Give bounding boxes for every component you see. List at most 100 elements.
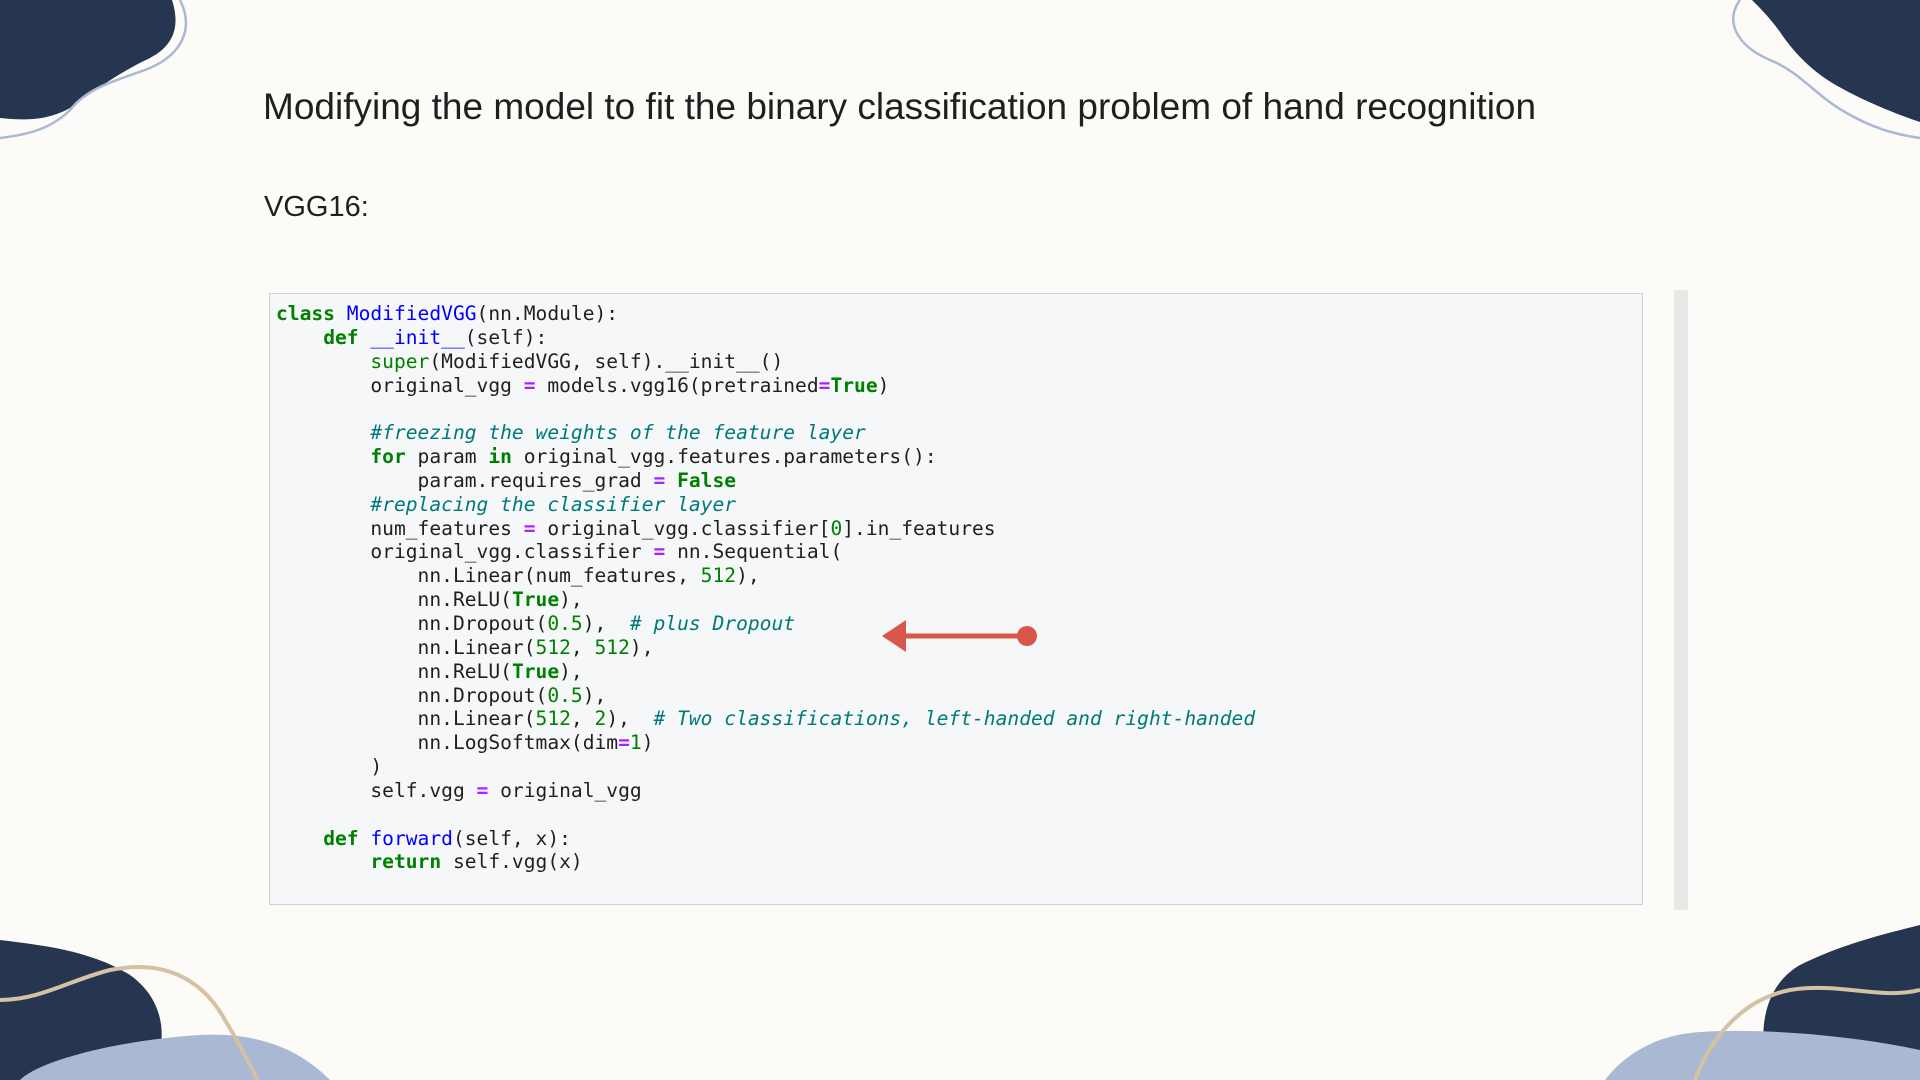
code-token: True	[511, 588, 560, 612]
code-token: (nn.Module):	[476, 302, 619, 325]
code-token: nn.Dropout(	[276, 611, 548, 635]
code-token: ),	[559, 659, 583, 683]
top-left-blob	[0, 0, 176, 120]
code-line: nn.ReLU(True),	[276, 588, 1255, 612]
code-line: nn.Linear(512, 512),	[276, 636, 1255, 660]
code-line: nn.Linear(512, 2), # Two classifications…	[276, 707, 1256, 731]
code-token: original_vgg	[488, 778, 642, 802]
code-token: def	[323, 325, 359, 349]
code-token: True	[830, 373, 878, 397]
code-token: ),	[559, 588, 583, 612]
code-line: def forward(self, x):	[276, 827, 1255, 851]
code-line: nn.ReLU(True),	[276, 660, 1255, 684]
code-line: def __init__(self):	[276, 326, 1255, 350]
code-line: #replacing the classifier layer	[276, 493, 1255, 517]
code-token: 512	[594, 635, 630, 659]
code-token: 0	[830, 516, 843, 540]
code-token: original_vgg	[276, 373, 524, 397]
code-token: (self, x):	[452, 826, 571, 850]
code-token: ,	[570, 707, 595, 731]
code-line: return self.vgg(x)	[276, 850, 1255, 874]
code-token: forward	[370, 826, 453, 850]
code-line: for param in original_vgg.features.param…	[276, 445, 1255, 469]
code-token: True	[511, 659, 560, 683]
code-token: return	[370, 850, 442, 874]
code-token: # plus Dropout	[629, 611, 796, 635]
code-token: original_vgg.features.parameters():	[511, 445, 937, 469]
code-line: original_vgg.classifier = nn.Sequential(	[276, 540, 1255, 564]
code-token: 2	[594, 707, 607, 731]
code-token: =	[618, 731, 630, 755]
code-token: =	[653, 540, 666, 564]
code-token: 512	[700, 564, 737, 588]
top-right-blob	[1752, 0, 1920, 122]
code-token: =	[476, 778, 489, 802]
code-token: nn.ReLU(	[276, 588, 512, 612]
code-line: nn.Dropout(0.5), # plus Dropout	[276, 612, 1255, 636]
code-token: ].in_features	[842, 516, 996, 540]
code-token: param.requires_grad	[276, 468, 654, 492]
code-token: nn.Linear(num_features,	[276, 564, 701, 588]
code-token: 1	[629, 731, 642, 755]
code-line: )	[276, 755, 1255, 779]
code-token: ),	[736, 564, 760, 588]
code-token: nn.Sequential(	[665, 540, 843, 564]
code-line: param.requires_grad = False	[276, 469, 1255, 493]
code-token: nn.Dropout(	[276, 683, 548, 707]
code-token: =	[523, 373, 536, 397]
code-token: in	[488, 445, 512, 469]
code-token: nn.LogSoftmax(dim	[276, 731, 619, 755]
code-token: 0.5	[547, 683, 583, 707]
code-token: self.vgg(x)	[441, 850, 583, 874]
code-token: ),	[606, 707, 654, 731]
code-line: super(ModifiedVGG, self).__init__()	[276, 350, 1255, 374]
code-token: nn.Linear(	[276, 635, 536, 659]
slide-title: Modifying the model to fit the binary cl…	[263, 86, 1537, 127]
code-token: ,	[570, 635, 595, 659]
code-token: )	[276, 755, 383, 779]
code-token: )	[641, 731, 654, 755]
code-line: nn.Linear(num_features, 512),	[276, 564, 1255, 588]
code-token: nn.Linear(	[276, 707, 536, 731]
code-token: ),	[629, 635, 654, 659]
code-token: original_vgg.classifier[	[535, 516, 831, 540]
code-line: class ModifiedVGG(nn.Module):	[276, 302, 1255, 326]
code-token: # Two classifications, left-handed and r…	[653, 707, 1256, 731]
code-token: self.vgg	[276, 778, 477, 802]
code-token: __init__	[370, 325, 465, 349]
code-token: 512	[535, 635, 571, 659]
code-token: 0.5	[547, 611, 583, 635]
code-token: nn.ReLU(	[276, 659, 512, 683]
code-token: param	[405, 445, 489, 469]
code-line: nn.LogSoftmax(dim=1)	[276, 731, 1255, 755]
code-block: class ModifiedVGG(nn.Module): def __init…	[276, 302, 1255, 874]
code-token: models.vgg16(pretrained	[535, 373, 819, 397]
code-token: ),	[582, 611, 630, 635]
code-line: original_vgg = models.vgg16(pretrained=T…	[276, 374, 1255, 398]
code-token: #replacing the classifier layer	[370, 492, 737, 516]
scrollbar[interactable]	[1674, 290, 1688, 910]
code-token: super	[370, 349, 430, 373]
code-token: (ModifiedVGG, self).__init__()	[429, 349, 784, 373]
code-token: num_features	[276, 516, 524, 540]
code-line: self.vgg = original_vgg	[276, 779, 1255, 803]
code-token: False	[677, 468, 737, 492]
code-token: =	[653, 468, 666, 492]
code-token: def	[323, 826, 359, 850]
code-token: =	[818, 373, 831, 397]
code-token: #freezing the weights of the feature lay…	[370, 421, 866, 445]
code-token: )	[877, 373, 890, 397]
